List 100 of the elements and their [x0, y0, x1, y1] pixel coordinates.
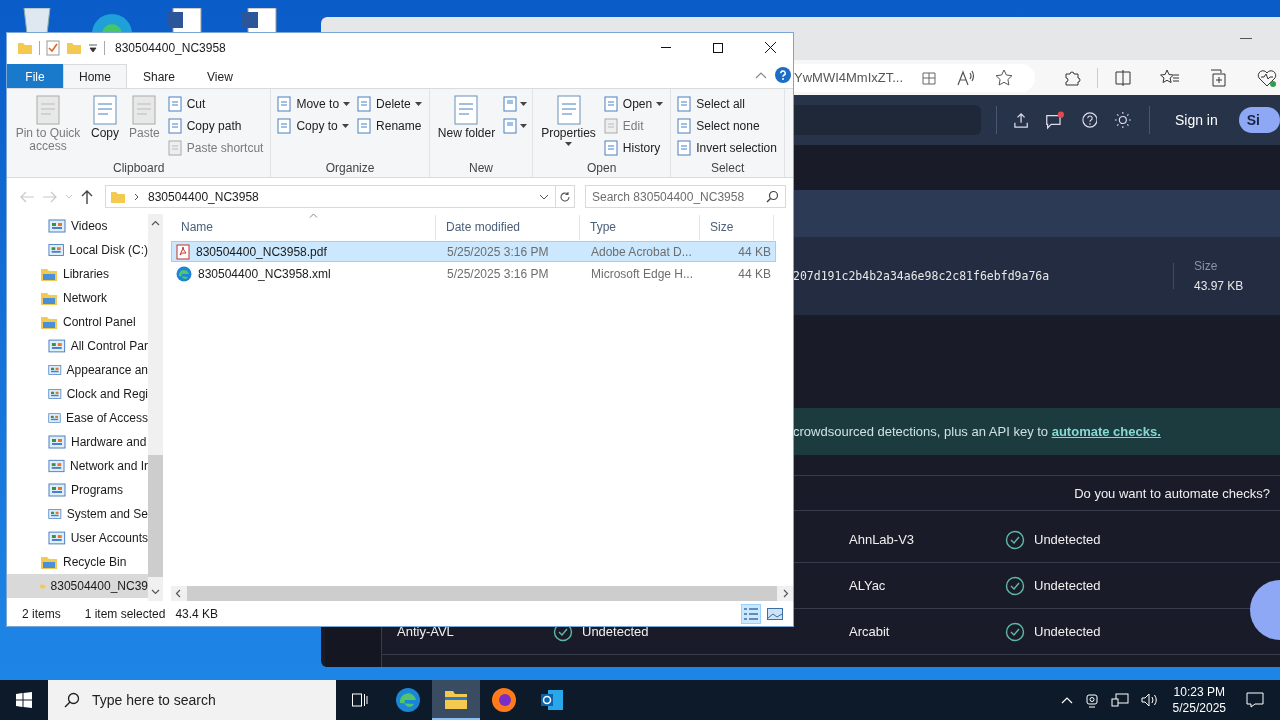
- folder-icon: [444, 690, 468, 710]
- ribbon-tab[interactable]: View: [191, 64, 249, 88]
- ribbon-command[interactable]: Rename: [356, 115, 424, 137]
- nav-item[interactable]: Hardware and: [7, 430, 148, 454]
- nav-item[interactable]: System and Se: [7, 502, 148, 526]
- nav-item[interactable]: Ease of Access: [7, 406, 148, 430]
- ribbon-command[interactable]: New folder: [434, 93, 499, 140]
- ribbon-command[interactable]: Copy: [88, 93, 122, 140]
- automate-prompt[interactable]: Do you want to automate checks?: [1074, 485, 1270, 501]
- new-item-button[interactable]: [502, 115, 528, 137]
- ribbon-command[interactable]: Properties: [538, 93, 599, 146]
- nav-item[interactable]: Network: [7, 286, 148, 310]
- status-text: Undetected: [1034, 578, 1101, 593]
- notifications-icon[interactable]: [1246, 692, 1264, 708]
- app-icon[interactable]: [921, 69, 938, 86]
- ribbon-command[interactable]: Cut: [166, 93, 266, 115]
- up-arrow-icon[interactable]: [80, 188, 94, 205]
- engine-name: AhnLab-V3: [849, 532, 916, 547]
- read-aloud-icon[interactable]: [957, 69, 976, 86]
- upload-icon[interactable]: [1013, 111, 1029, 129]
- star-icon[interactable]: [995, 68, 1014, 87]
- control-panel-icon: [48, 218, 66, 234]
- nav-item[interactable]: User Accounts: [7, 526, 148, 550]
- ribbon-command[interactable]: Delete: [356, 93, 424, 115]
- ribbon-command[interactable]: Invert selection: [676, 137, 779, 159]
- ribbon-command[interactable]: History: [602, 137, 666, 159]
- caret-icon[interactable]: [539, 193, 549, 200]
- scrollbar[interactable]: [171, 586, 793, 601]
- sign-in-link[interactable]: Sign in: [1174, 112, 1218, 128]
- ribbon-command[interactable]: Open: [602, 93, 666, 115]
- chat-icon[interactable]: [1045, 110, 1065, 130]
- nav-item[interactable]: Programs: [7, 478, 148, 502]
- new-item-button[interactable]: [502, 93, 528, 115]
- minimize-icon[interactable]: [1240, 37, 1252, 40]
- heart-icon[interactable]: [1256, 67, 1278, 88]
- caret-icon[interactable]: [88, 42, 98, 53]
- automate-checks-link[interactable]: automate checks.: [1051, 424, 1161, 439]
- caret-down-icon[interactable]: [151, 589, 160, 595]
- search-field[interactable]: [793, 105, 982, 135]
- document-icon[interactable]: [165, 8, 205, 34]
- nav-item[interactable]: Libraries: [7, 262, 148, 286]
- task-view-icon: [352, 693, 368, 707]
- hash-text: 207d191c2b4b2a34a6e98c2c81f6ebfd9a76a: [793, 269, 1051, 283]
- refresh-button[interactable]: [555, 185, 575, 208]
- taskbar-search-field[interactable]: Type here to search: [48, 680, 336, 720]
- help-icon[interactable]: [775, 67, 791, 83]
- document-icon[interactable]: [240, 8, 280, 34]
- ribbon-command[interactable]: Copy to: [276, 115, 353, 137]
- folder-icon: [40, 554, 58, 570]
- file-row[interactable]: 830504400_NC3958.xml 5/25/2025 3:16 PM Microsoft Edge H... 44 KB: [171, 263, 776, 284]
- control-panel-icon: [48, 458, 65, 474]
- file-row[interactable]: 830504400_NC3958.pdf 5/25/2025 3:16 PM Adobe Acrobat D... 44 KB: [171, 241, 776, 262]
- help-icon[interactable]: [1081, 111, 1098, 129]
- details-view-button[interactable]: [741, 603, 761, 624]
- network-icon[interactable]: [1110, 692, 1129, 708]
- ribbon-command[interactable]: Move to: [276, 93, 353, 115]
- file-name: 830504400_NC3958.xml: [198, 266, 331, 281]
- nav-item[interactable]: Clock and Regi: [7, 382, 148, 406]
- nav-item[interactable]: Network and Ir: [7, 454, 148, 478]
- ribbon-command[interactable]: Copy path: [166, 115, 266, 137]
- ribbon-tab[interactable]: File: [7, 64, 63, 88]
- size-label: Size: [1194, 259, 1219, 273]
- column-header[interactable]: Type: [580, 215, 700, 240]
- scrollbar[interactable]: [148, 214, 163, 601]
- outlook-icon: [541, 690, 563, 710]
- column-header[interactable]: Size: [700, 215, 774, 240]
- sign-up-button[interactable]: Si: [1238, 107, 1280, 133]
- collections-icon[interactable]: [1208, 67, 1228, 88]
- ribbon-command[interactable]: Select none: [676, 115, 779, 137]
- group-label: New: [467, 161, 494, 175]
- nav-item[interactable]: Recycle Bin: [7, 550, 148, 574]
- control-panel-icon: [48, 410, 61, 426]
- sun-icon[interactable]: [1114, 110, 1133, 130]
- nav-item[interactable]: Appearance an: [7, 358, 148, 382]
- volume-icon[interactable]: [1140, 692, 1159, 708]
- address-field[interactable]: 830504400_NC3958: [105, 185, 556, 208]
- nav-item[interactable]: All Control Par: [7, 334, 148, 358]
- ribbon-tab[interactable]: Share: [127, 64, 192, 88]
- explorer-taskbar-button[interactable]: [432, 680, 480, 720]
- nav-item[interactable]: Videos: [7, 214, 148, 238]
- split-screen-icon[interactable]: [1114, 68, 1132, 87]
- puzzle-icon[interactable]: [1063, 68, 1081, 87]
- search-field[interactable]: Search 830504400_NC3958: [585, 185, 786, 208]
- clock-date[interactable]: 5/25/2025: [1172, 700, 1226, 716]
- ribbon-command[interactable]: Select all: [676, 93, 779, 115]
- column-header[interactable]: Name: [171, 215, 436, 240]
- clock-time[interactable]: 10:23 PM: [1173, 684, 1225, 700]
- nav-item[interactable]: Control Panel: [7, 310, 148, 334]
- chevron-icon[interactable]: [134, 192, 140, 201]
- nav-item[interactable]: Local Disk (C:): [7, 238, 148, 262]
- caret-up-icon[interactable]: [151, 220, 160, 226]
- nav-item[interactable]: 830504400_NC39: [7, 574, 148, 598]
- column-header[interactable]: Date modified: [436, 215, 580, 240]
- folder-icon: [40, 290, 58, 306]
- address-bar[interactable]: YwMWI4MmIxZT...: [791, 63, 1035, 92]
- properties-icon[interactable]: [46, 39, 60, 56]
- ribbon-tab[interactable]: Home: [63, 64, 127, 88]
- caret-left-icon[interactable]: [175, 589, 181, 598]
- camera-icon[interactable]: [1084, 692, 1099, 708]
- caret-right-icon[interactable]: [783, 589, 789, 598]
